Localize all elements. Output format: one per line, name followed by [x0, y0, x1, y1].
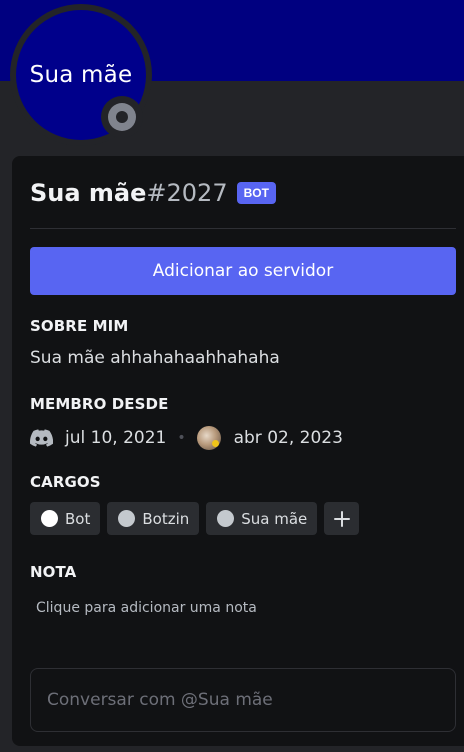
offline-status-icon: [108, 103, 136, 131]
server-avatar: [196, 426, 221, 450]
profile-title: Sua mãe #2027 BOT: [30, 176, 276, 210]
role-pill[interactable]: Botzin: [107, 502, 200, 535]
role-color-dot[interactable]: [217, 510, 235, 527]
add-to-server-button[interactable]: Adicionar ao servidor: [30, 247, 456, 295]
server-member-date: abr 02, 2023: [233, 428, 343, 448]
role-color-dot[interactable]: [41, 510, 58, 527]
role-pill[interactable]: Bot: [30, 502, 101, 535]
plus-icon: [333, 510, 350, 527]
about-me-text: Sua mãe ahhahahaahhahaha: [30, 348, 280, 368]
date-separator: •: [177, 430, 186, 446]
add-role-button[interactable]: [324, 502, 360, 535]
message-input[interactable]: [30, 668, 456, 732]
member-since-row: jul 10, 2021 • abr 02, 2023: [30, 424, 343, 452]
role-color-dot[interactable]: [118, 510, 136, 527]
discriminator[interactable]: #2027: [146, 179, 227, 207]
roles-heading: CARGOS: [30, 473, 101, 491]
user-profile-popout: Sua mãe Sua mãe #2027 BOT Adicionar ao se…: [0, 0, 464, 752]
discord-icon: [30, 429, 53, 447]
roles-list: Bot Botzin Sua mãe: [30, 502, 360, 535]
username[interactable]: Sua mãe: [30, 179, 146, 207]
role-label: Sua mãe: [241, 509, 308, 528]
bot-badge: BOT: [236, 182, 276, 204]
role-label: Bot: [65, 509, 91, 528]
discord-member-date: jul 10, 2021: [65, 428, 167, 448]
member-since-heading: MEMBRO DESDE: [30, 395, 169, 413]
about-me-heading: SOBRE MIM: [30, 317, 129, 335]
note-input[interactable]: [30, 592, 456, 624]
role-pill[interactable]: Sua mãe: [206, 502, 318, 535]
note-heading: NOTA: [30, 563, 77, 581]
divider: [30, 228, 456, 229]
role-label: Botzin: [142, 509, 190, 528]
